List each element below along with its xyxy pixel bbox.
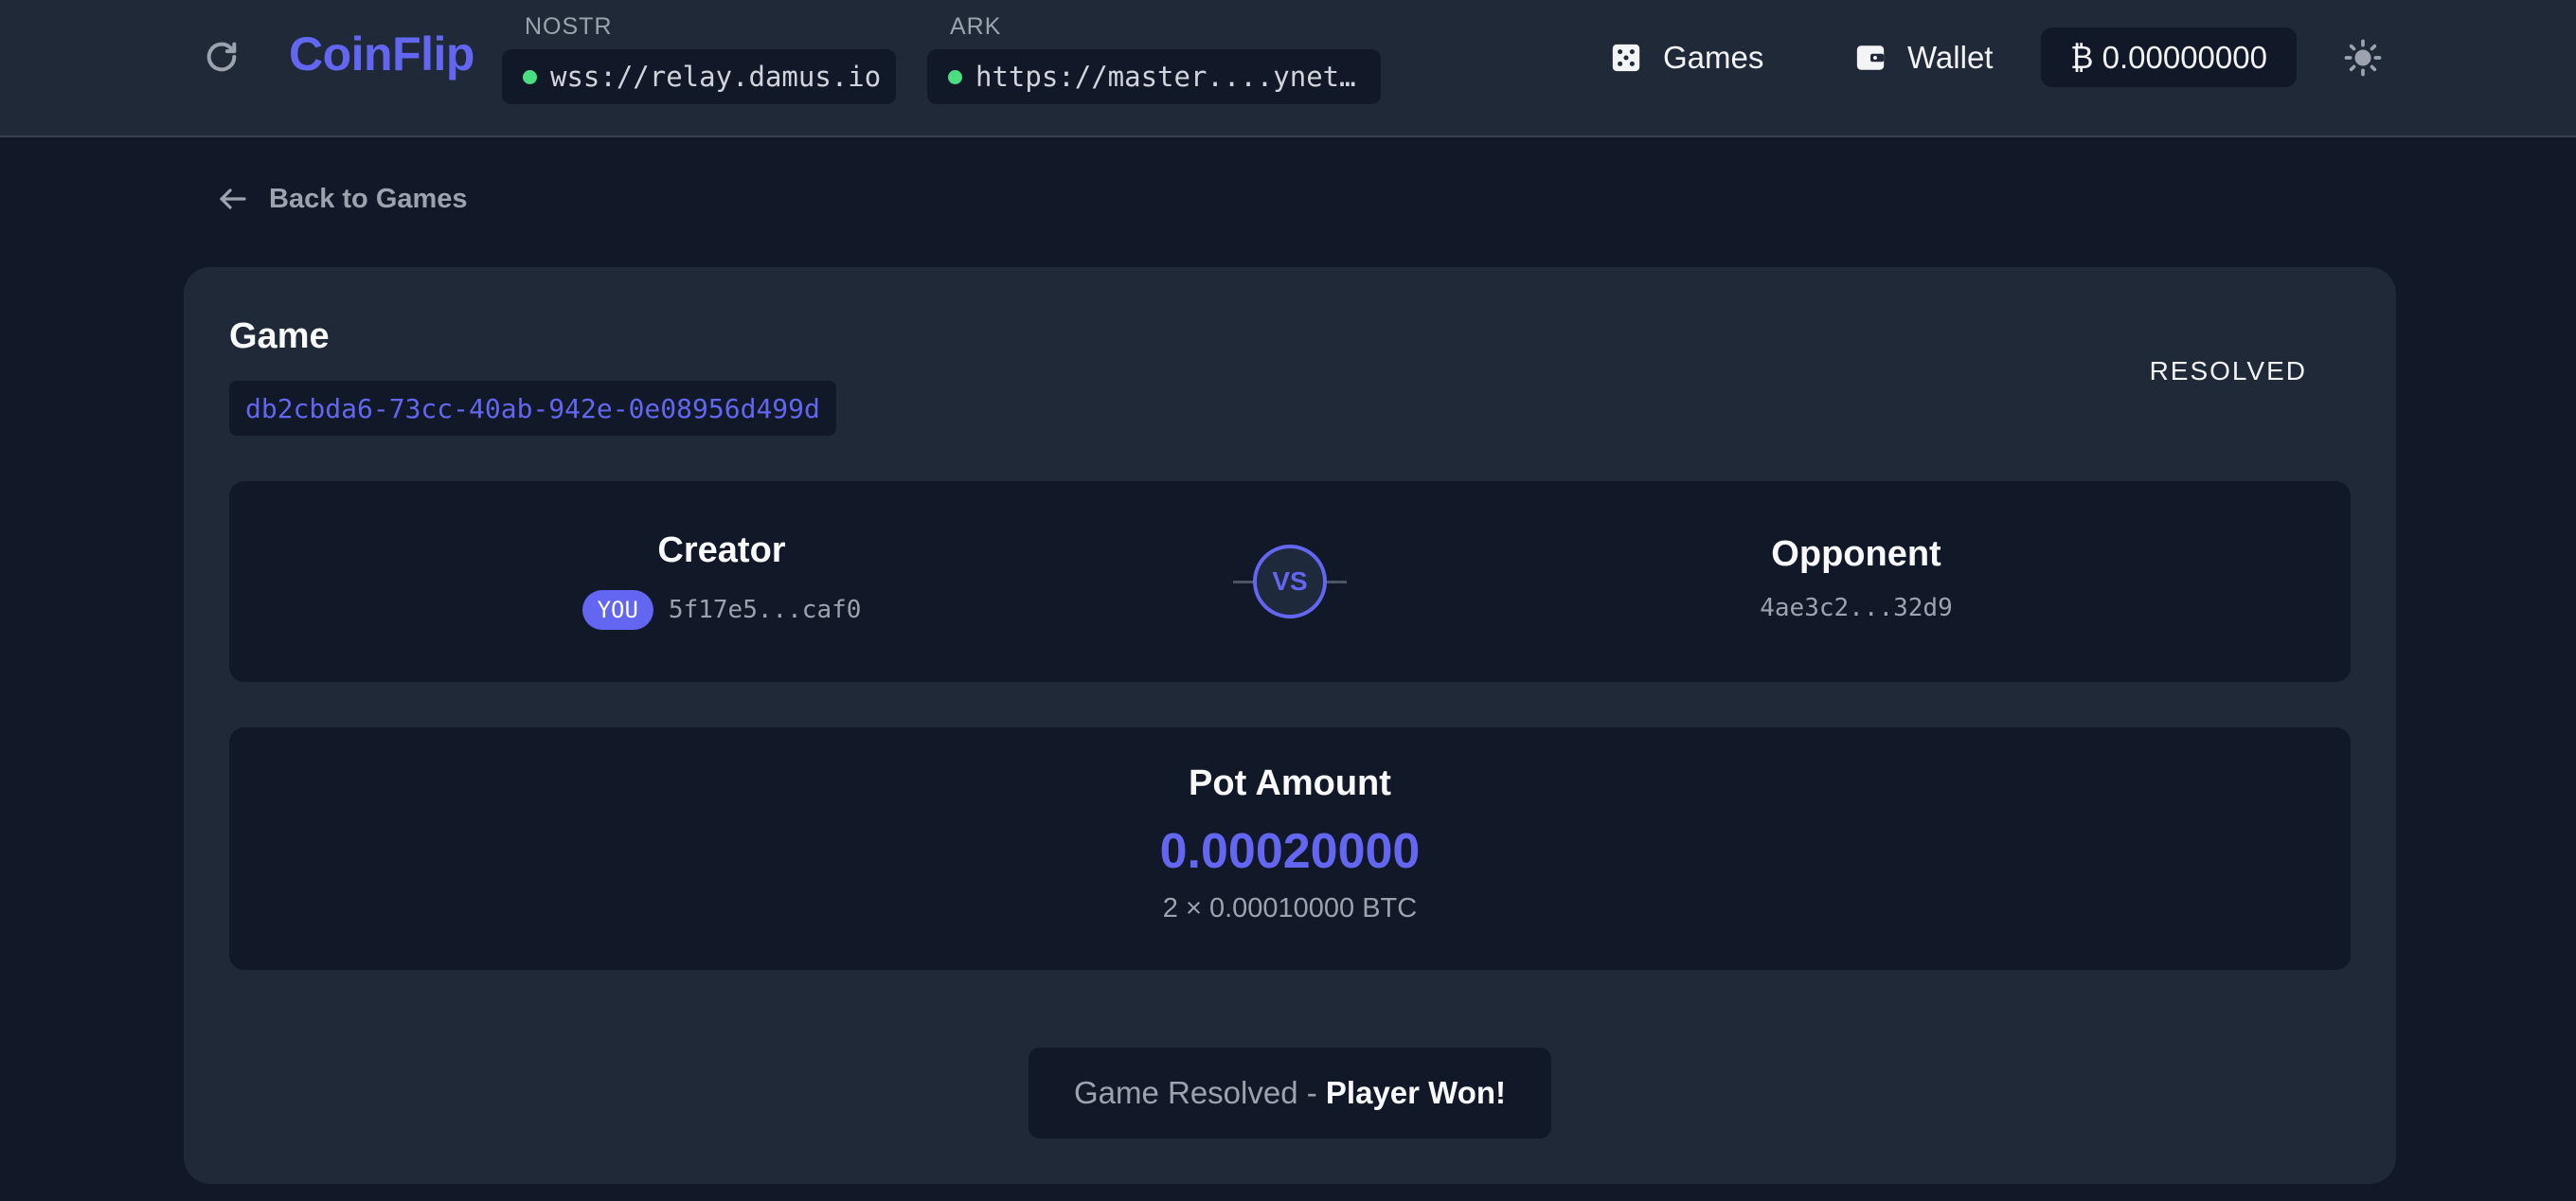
wallet-icon [1856, 45, 1885, 70]
game-status-badge: RESOLVED [2149, 356, 2307, 385]
arrow-left-icon [220, 188, 246, 209]
refresh-icon [206, 42, 237, 72]
ark-server-status: ARK https://master....ynet… [927, 13, 1381, 104]
wallet-balance[interactable]: ₿ 0.00000000 [2041, 27, 2297, 87]
back-link-label: Back to Games [269, 183, 468, 214]
game-detail-card: Game db2cbda6-73cc-40ab-942e-0e08956d499… [184, 267, 2396, 1184]
ark-connected-indicator [948, 69, 962, 84]
pot-label: Pot Amount [1189, 763, 1391, 803]
opponent-identity: 4ae3c2...32d9 [1760, 594, 1953, 622]
nav-games[interactable]: Games [1610, 28, 1763, 87]
nostr-relay-field[interactable]: wss://relay.damus.io [502, 49, 896, 104]
nostr-relay-url: wss://relay.damus.io [550, 61, 882, 93]
creator-panel: Creator YOU 5f17e5...caf0 [438, 481, 1006, 682]
creator-identity: YOU 5f17e5...caf0 [581, 590, 862, 630]
opponent-pubkey: 4ae3c2...32d9 [1760, 594, 1953, 622]
pot-breakdown: 2 × 0.00010000 BTC [1162, 893, 1418, 923]
nostr-connected-indicator [523, 69, 537, 84]
nostr-caption: NOSTR [525, 13, 613, 40]
opponent-panel: Opponent 4ae3c2...32d9 [1572, 481, 2140, 682]
sun-icon [2344, 39, 2382, 77]
ark-server-field[interactable]: https://master....ynet… [927, 49, 1381, 104]
top-navigation-bar: CoinFlip NOSTR wss://relay.damus.io ARK … [0, 0, 2576, 137]
nav-wallet[interactable]: Wallet [1854, 28, 1993, 87]
creator-label: Creator [657, 530, 786, 570]
pot-amount: 0.00020000 [1159, 824, 1421, 879]
refresh-button[interactable] [199, 34, 244, 80]
game-title: Game [229, 316, 330, 356]
brand-logo[interactable]: CoinFlip [289, 27, 474, 81]
versus-badge: VS [1253, 545, 1327, 618]
nostr-relay-status: NOSTR wss://relay.damus.io [502, 13, 896, 104]
nav-wallet-label: Wallet [1907, 40, 1994, 75]
game-result-banner: Game Resolved - Player Won! [1029, 1048, 1551, 1138]
you-badge: YOU [581, 590, 653, 630]
ark-caption: ARK [950, 13, 1002, 40]
creator-pubkey: 5f17e5...caf0 [668, 596, 862, 624]
opponent-label: Opponent [1771, 534, 1941, 574]
ark-server-url: https://master....ynet… [975, 61, 1356, 93]
result-outcome: Player Won! [1325, 1075, 1507, 1110]
nav-games-label: Games [1663, 40, 1764, 75]
versus-divider: VS [1233, 544, 1347, 619]
theme-toggle-button[interactable] [2341, 36, 2385, 80]
back-to-games-link[interactable]: Back to Games [216, 182, 468, 216]
result-prefix: Game Resolved - [1073, 1075, 1326, 1110]
game-id[interactable]: db2cbda6-73cc-40ab-942e-0e08956d499d [229, 381, 836, 436]
pot-panel: Pot Amount 0.00020000 2 × 0.00010000 BTC [229, 727, 2351, 970]
dice-icon [1612, 44, 1640, 72]
players-panel: Creator YOU 5f17e5...caf0 VS Opponent 4a… [229, 481, 2351, 682]
